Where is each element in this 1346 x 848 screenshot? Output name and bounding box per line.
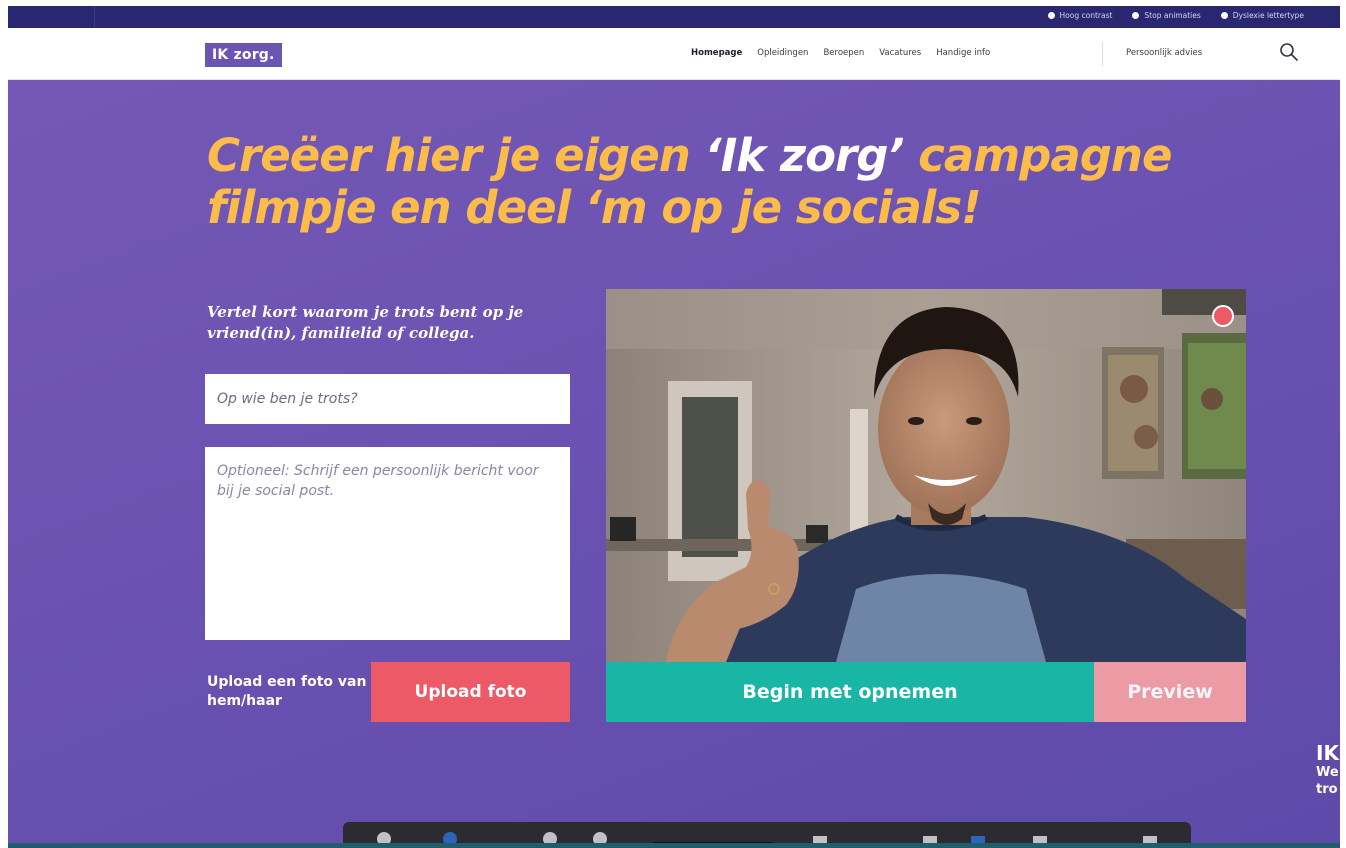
dyslexia-font-link[interactable]: Dyslexie lettertype xyxy=(1220,11,1304,20)
nav-item-opleidingen[interactable]: Opleidingen xyxy=(757,48,808,58)
contrast-icon xyxy=(1047,12,1055,19)
high-contrast-link[interactable]: Hoog contrast xyxy=(1047,11,1113,20)
hero-headline: Creëer hier je eigen ‘Ik zorg’ campagne … xyxy=(207,130,1327,234)
stop-animations-link[interactable]: Stop animaties xyxy=(1132,11,1201,20)
utility-links: Hoog contrast Stop animaties Dyslexie le… xyxy=(1047,11,1304,20)
who-are-you-proud-of-input[interactable] xyxy=(205,374,570,424)
dyslexia-font-label: Dyslexie lettertype xyxy=(1232,11,1304,20)
pause-icon xyxy=(1132,12,1140,19)
preview-button[interactable]: Preview xyxy=(1094,662,1246,722)
bottom-strip xyxy=(8,843,1340,848)
upload-photo-label: Upload een foto van hem/haar xyxy=(207,674,367,709)
site-header: IK zorg. Homepage Opleidingen Beroepen V… xyxy=(8,28,1340,80)
cut-off-promo-text: IK We tro xyxy=(1316,742,1339,798)
upload-photo-button[interactable]: Upload foto xyxy=(371,662,570,722)
intro-text: Vertel kort waarom je trots bent op je v… xyxy=(207,303,524,342)
recording-dot-icon xyxy=(1212,305,1234,327)
nav-item-beroepen[interactable]: Beroepen xyxy=(823,48,864,58)
cut-off-promo-title: IK xyxy=(1316,741,1339,765)
begin-recording-button[interactable]: Begin met opnemen xyxy=(606,662,1094,722)
headline-highlight: ‘Ik zorg’ xyxy=(704,129,904,182)
camera-preview-illustration xyxy=(606,289,1246,662)
headline-part-1: Creëer hier je eigen xyxy=(207,129,705,182)
stop-animations-label: Stop animaties xyxy=(1144,11,1201,20)
cut-off-promo-line-1: We xyxy=(1316,765,1339,780)
site-logo[interactable]: IK zorg. xyxy=(205,43,282,67)
nav-item-homepage[interactable]: Homepage xyxy=(691,48,742,58)
font-icon xyxy=(1220,12,1228,19)
personal-message-field[interactable] xyxy=(205,447,570,640)
nav-item-handige-info[interactable]: Handige info xyxy=(936,48,990,58)
nav-item-vacatures[interactable]: Vacatures xyxy=(879,48,921,58)
utility-bar: Hoog contrast Stop animaties Dyslexie le… xyxy=(8,6,1340,28)
nav-divider xyxy=(1102,42,1103,66)
high-contrast-label: Hoog contrast xyxy=(1059,11,1113,20)
nav-item-persoonlijk-advies[interactable]: Persoonlijk advies xyxy=(1126,48,1202,58)
camera-preview[interactable] xyxy=(606,289,1246,662)
main-nav: Homepage Opleidingen Beroepen Vacatures … xyxy=(691,48,990,58)
utility-divider xyxy=(94,6,95,28)
cut-off-promo-line-2: tro xyxy=(1316,782,1338,797)
search-icon[interactable] xyxy=(1279,42,1299,62)
